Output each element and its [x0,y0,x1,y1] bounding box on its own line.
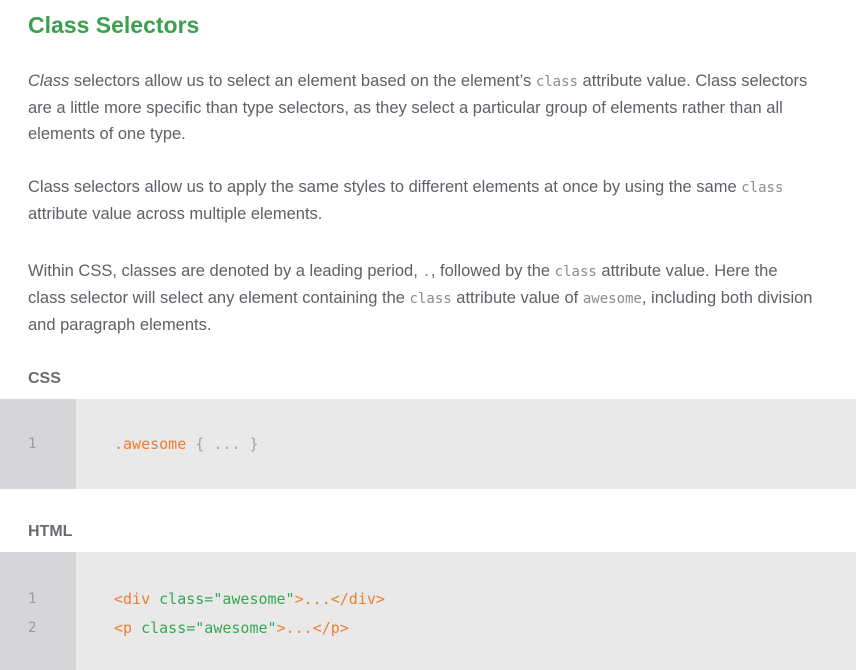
code-attribute: class="awesome" [159,590,295,608]
code-block-html: 1 <div class="awesome">...</div> 2 <p cl… [0,552,856,670]
text: attribute value of [451,289,583,307]
inline-code: class [554,264,597,280]
code-tag-open: <p [114,619,142,637]
inline-code: class [741,180,784,196]
emphasis-class: Class [28,72,70,90]
code-tag-open: <div [114,590,160,608]
paragraph-intro: Class selectors allow us to select an el… [28,68,818,147]
code-tag-close: >...</div> [294,590,385,608]
code-label-css: CSS [28,370,61,387]
paragraph-reuse: Class selectors allow us to apply the sa… [28,174,818,227]
text: Class selectors allow us to apply the sa… [28,178,742,196]
text: attribute value across multiple elements… [28,205,323,223]
text: selectors allow us to select an element … [69,72,536,90]
code-line: <p class="awesome">...</p> [114,618,349,638]
code-label-html: HTML [28,523,73,540]
code-selector: .awesome [114,435,187,453]
page-title: Class Selectors [28,12,200,38]
paragraph-syntax: Within CSS, classes are denoted by a lea… [28,258,818,338]
code-line: .awesome { ... } [114,434,259,454]
line-number: 1 [28,591,37,607]
line-number: 1 [28,436,37,452]
code-declaration: { ... } [186,435,259,453]
line-number-gutter [0,552,76,670]
code-block-css: 1 .awesome { ... } [0,399,856,489]
inline-code: class [409,291,452,307]
text: , followed by the [430,262,555,280]
inline-code: awesome [582,291,642,307]
line-number-gutter [0,399,76,489]
code-attribute: class="awesome" [141,619,277,637]
text: Within CSS, classes are denoted by a lea… [28,262,423,280]
code-tag-close: >...</p> [276,619,349,637]
code-line: <div class="awesome">...</div> [114,589,385,609]
inline-code: . [422,264,431,280]
line-number: 2 [28,620,37,636]
inline-code: class [535,74,578,90]
